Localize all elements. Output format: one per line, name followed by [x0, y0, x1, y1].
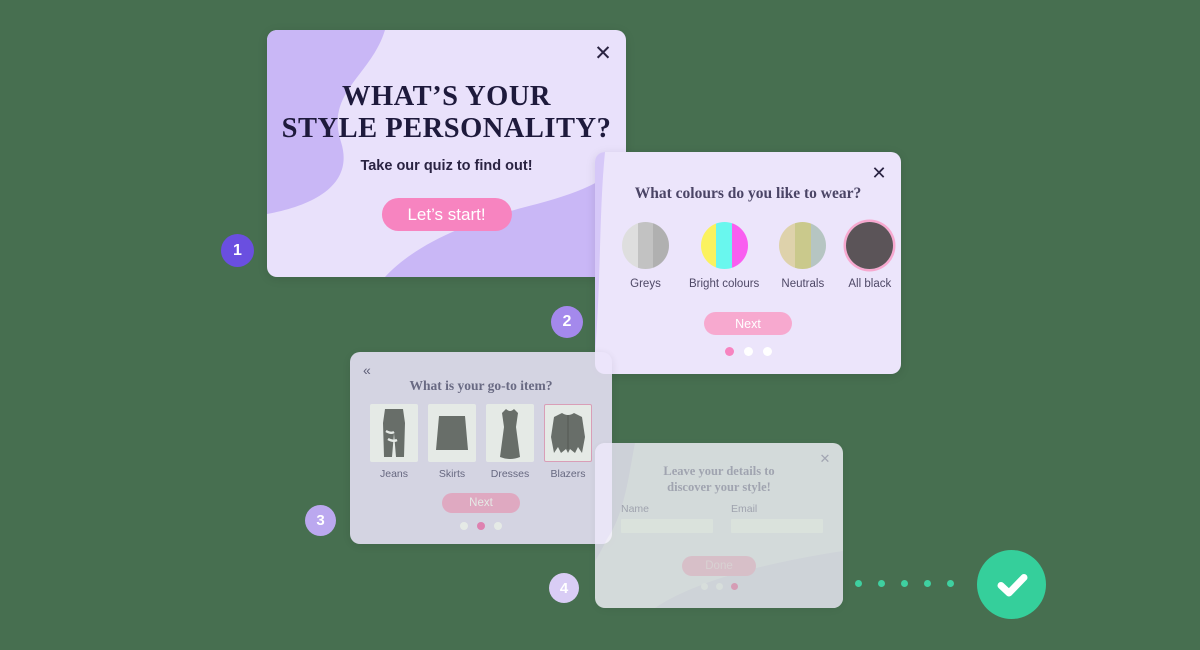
- intro-subtitle: Take our quiz to find out!: [360, 158, 533, 174]
- blazer-icon[interactable]: [544, 404, 592, 462]
- name-field-group: Name: [621, 503, 713, 533]
- pagination-dots: [595, 583, 843, 590]
- goto-item-label: Blazers: [550, 468, 586, 480]
- lead-heading-line-2: discover your style!: [667, 480, 771, 494]
- progress-trail: [855, 580, 954, 587]
- goto-item-question-text: What is your go-to item?: [409, 378, 553, 393]
- step-badge-4: 4: [549, 573, 579, 603]
- neutrals-swatch-icon[interactable]: [779, 222, 827, 269]
- title-line-2: STYLE PERSONALITY?: [281, 113, 612, 144]
- colour-option-bright-colours[interactable]: Bright colours: [689, 222, 759, 290]
- goto-item-blazers[interactable]: Blazers: [544, 404, 592, 480]
- pagination-dots: [595, 347, 901, 356]
- success-check-badge: [977, 550, 1046, 619]
- done-button[interactable]: Done: [682, 556, 756, 576]
- next-button[interactable]: Next: [442, 493, 520, 513]
- lead-capture-form: Name Email: [621, 503, 823, 533]
- check-icon: [997, 573, 1027, 596]
- colour-option-list: Greys Bright colours Neutrals All black: [622, 222, 894, 290]
- title-line-1: WHAT’S YOUR: [342, 81, 551, 112]
- colour-option-label: Bright colours: [689, 278, 760, 290]
- back-icon[interactable]: «: [363, 363, 371, 377]
- pagination-dot[interactable]: [743, 347, 753, 356]
- lead-heading-line-1: Leave your details to: [663, 464, 775, 478]
- skirt-icon[interactable]: [428, 404, 476, 462]
- screenshot-stage: ✕ WHAT’S YOUR STYLE PERSONALITY? Take ou…: [0, 0, 1200, 650]
- greys-swatch-icon[interactable]: [622, 222, 669, 269]
- name-field-label: Name: [621, 503, 650, 515]
- trail-dot: [855, 580, 862, 587]
- colour-question-card: ✕ What colours do you like to wear? Grey…: [595, 152, 901, 374]
- colour-question-text: What colours do you like to wear?: [634, 185, 862, 202]
- name-input[interactable]: [621, 519, 713, 533]
- pagination-dot[interactable]: [460, 522, 468, 530]
- goto-item-jeans[interactable]: Jeans: [370, 404, 418, 480]
- quiz-intro-card: ✕ WHAT’S YOUR STYLE PERSONALITY? Take ou…: [267, 30, 626, 277]
- colour-option-all-black[interactable]: All black: [846, 222, 894, 290]
- lead-capture-heading: Leave your details to discover your styl…: [595, 463, 843, 495]
- trail-dot: [924, 580, 931, 587]
- bright-colours-swatch-icon[interactable]: [700, 222, 748, 269]
- next-button[interactable]: Next: [704, 312, 792, 335]
- step-badge-1: 1: [221, 234, 254, 267]
- pagination-dot[interactable]: [715, 583, 723, 590]
- goto-item-label: Skirts: [438, 468, 466, 480]
- close-icon[interactable]: ✕: [592, 42, 614, 64]
- email-field-label: Email: [731, 503, 758, 515]
- trail-dot: [901, 580, 908, 587]
- lead-capture-card: ✕ Leave your details to discover your st…: [595, 443, 843, 608]
- email-input[interactable]: [731, 519, 823, 533]
- page-title: WHAT’S YOUR STYLE PERSONALITY?: [267, 81, 626, 145]
- goto-item-label: Jeans: [379, 468, 409, 480]
- step-badge-3: 3: [305, 505, 336, 536]
- pagination-dot[interactable]: [494, 522, 502, 530]
- goto-item-list: Jeans Skirts Dresses Blazers: [370, 404, 592, 480]
- colour-option-greys[interactable]: Greys: [622, 222, 669, 290]
- pagination-dot[interactable]: [730, 583, 738, 590]
- trail-dot: [947, 580, 954, 587]
- colour-option-label: All black: [848, 278, 892, 290]
- step-badge-2: 2: [551, 306, 583, 338]
- colour-option-label: Greys: [630, 278, 661, 290]
- email-field-group: Email: [731, 503, 823, 533]
- pagination-dot[interactable]: [700, 583, 708, 590]
- pagination-dot[interactable]: [724, 347, 734, 356]
- close-icon[interactable]: ✕: [817, 450, 833, 466]
- pagination-dots: [350, 522, 612, 530]
- all-black-swatch-icon[interactable]: [846, 222, 894, 269]
- dress-icon[interactable]: [486, 404, 534, 462]
- pagination-dot[interactable]: [762, 347, 772, 356]
- close-icon[interactable]: ✕: [869, 163, 889, 183]
- goto-item-skirts[interactable]: Skirts: [428, 404, 476, 480]
- goto-item-question-card: « What is your go-to item? Jeans Skirts …: [350, 352, 612, 544]
- lets-start-button[interactable]: Let’s start!: [381, 198, 512, 231]
- trail-dot: [878, 580, 885, 587]
- colour-option-label: Neutrals: [781, 278, 825, 290]
- colour-option-neutrals[interactable]: Neutrals: [779, 222, 827, 290]
- pagination-dot[interactable]: [477, 522, 485, 530]
- goto-item-dresses[interactable]: Dresses: [486, 404, 534, 480]
- goto-item-label: Dresses: [490, 468, 530, 480]
- jeans-icon[interactable]: [370, 404, 418, 462]
